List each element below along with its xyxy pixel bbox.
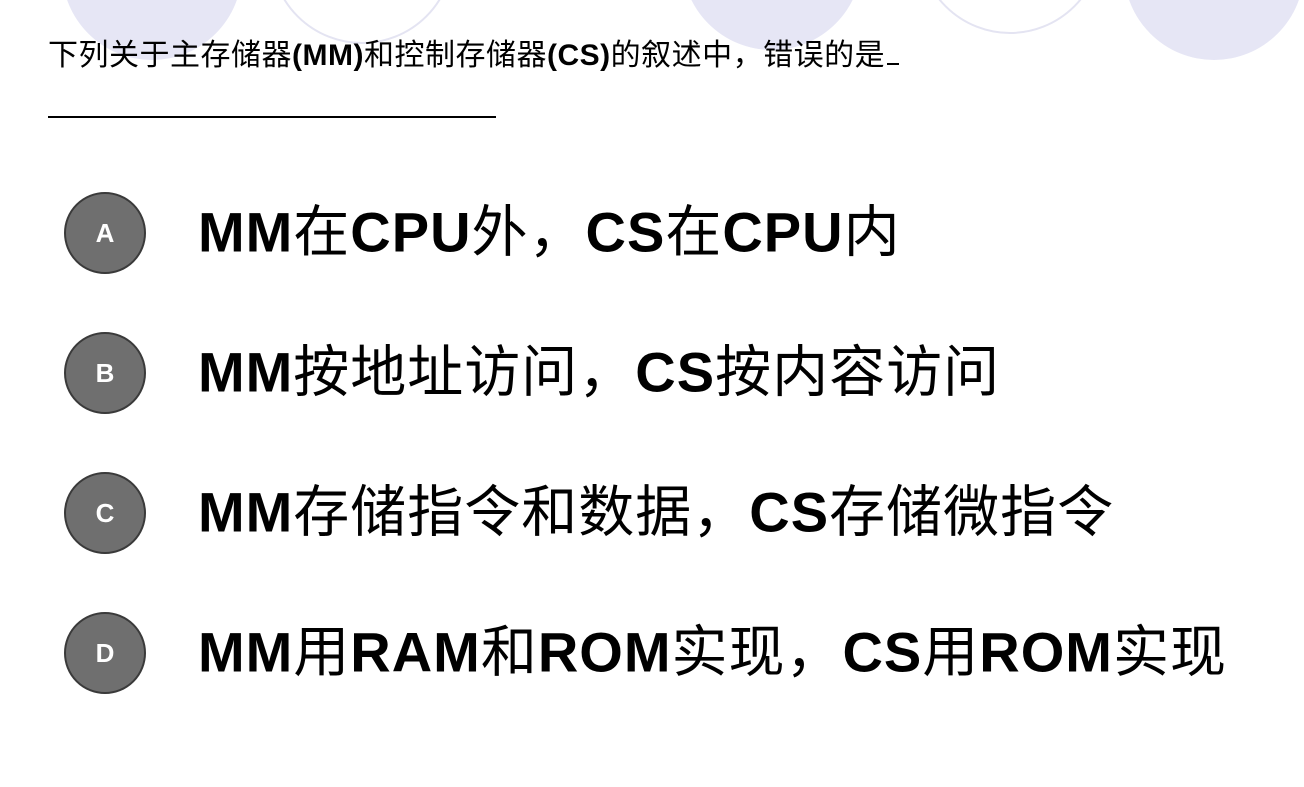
latin-text: (CS) [546,39,611,72]
question-text: 下列关于主存储器(MM)和控制存储器(CS)的叙述中，错误的是 [48,36,900,76]
option-badge: A [64,192,146,274]
option-badge: D [64,612,146,694]
latin-text: MM [198,480,294,544]
cjk-text: 和控制存储器 [363,38,547,73]
option-text: MM在CPU外，CS在CPU内 [198,198,901,269]
latin-text: MM [198,340,294,404]
option-a[interactable]: A MM在CPU外，CS在CPU内 [64,190,900,276]
cjk-text: 存储微指令 [829,480,1115,546]
latin-text: CS [635,340,716,404]
latin-text: ROM [537,620,672,684]
option-d[interactable]: D MM用RAM和ROM实现，CS用ROM实现 [64,610,1226,696]
cjk-text: 内 [843,200,901,266]
latin-text: (MM) [292,39,364,72]
cjk-text: 实现， [671,620,843,686]
latin-text: ROM [979,620,1113,684]
option-text: MM按地址访问，CS按内容访问 [198,338,1000,409]
cjk-text: 外， [471,200,586,266]
cjk-text: 用 [293,620,351,686]
latin-text: CS [585,200,666,264]
latin-text: CS [749,480,830,544]
cjk-text: 在 [665,200,723,266]
cjk-text: 用 [922,620,980,686]
latin-text: MM [198,620,294,684]
answer-blank-line [48,116,496,118]
blank-underline [887,63,900,65]
cjk-text: 和 [480,620,538,686]
latin-text: CPU [350,200,472,264]
cjk-text: 按内容访问 [715,340,1001,406]
latin-text: CS [842,620,923,684]
latin-text: CPU [722,200,844,264]
decor-circle [1124,0,1304,60]
option-badge: C [64,472,146,554]
cjk-text: 的叙述中，错误的是 [610,38,886,73]
cjk-text: 按地址访问， [293,340,636,406]
cjk-text: 实现 [1112,620,1227,686]
option-text: MM存储指令和数据，CS存储微指令 [198,478,1114,549]
cjk-text: 存储指令和数据， [293,480,750,546]
cjk-text: 在 [293,200,351,266]
cjk-text: 下列关于主存储器 [48,38,292,73]
option-b[interactable]: B MM按地址访问，CS按内容访问 [64,330,999,416]
option-c[interactable]: C MM存储指令和数据，CS存储微指令 [64,470,1113,556]
decor-ring [918,0,1102,34]
latin-text: MM [198,200,294,264]
option-badge: B [64,332,146,414]
latin-text: RAM [350,620,481,684]
option-text: MM用RAM和ROM实现，CS用ROM实现 [198,618,1227,689]
